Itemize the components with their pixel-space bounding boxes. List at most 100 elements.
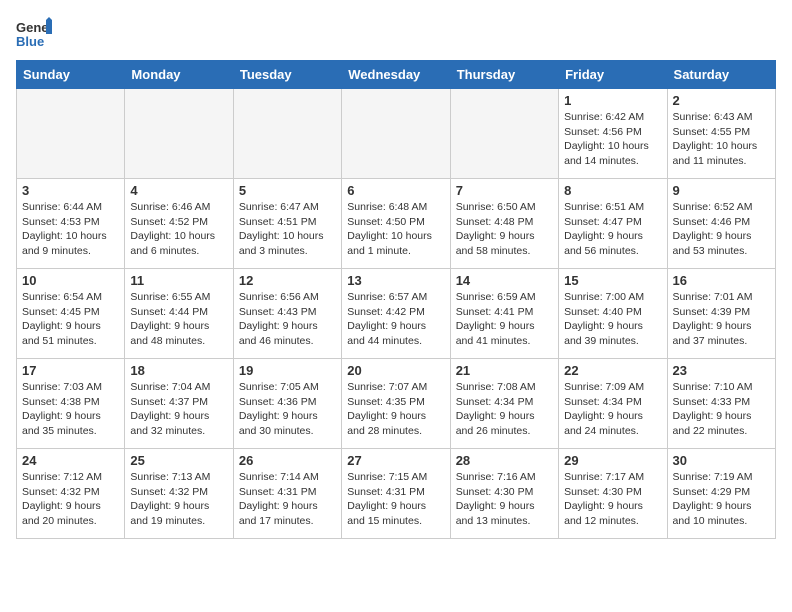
day-number: 17 — [22, 363, 119, 378]
calendar-table: SundayMondayTuesdayWednesdayThursdayFrid… — [16, 60, 776, 539]
calendar-cell: 1 Sunrise: 6:42 AM Sunset: 4:56 PM Daylig… — [559, 89, 667, 179]
calendar-cell: 30 Sunrise: 7:19 AM Sunset: 4:29 PM Dayli… — [667, 449, 775, 539]
day-info: Sunrise: 7:08 AM Sunset: 4:34 PM Dayligh… — [456, 380, 553, 439]
calendar-cell: 25 Sunrise: 7:13 AM Sunset: 4:32 PM Dayli… — [125, 449, 233, 539]
day-info: Sunrise: 7:10 AM Sunset: 4:33 PM Dayligh… — [673, 380, 770, 439]
weekday-header-saturday: Saturday — [667, 61, 775, 89]
calendar-cell: 19 Sunrise: 7:05 AM Sunset: 4:36 PM Dayli… — [233, 359, 341, 449]
day-number: 15 — [564, 273, 661, 288]
day-number: 26 — [239, 453, 336, 468]
calendar-cell: 12 Sunrise: 6:56 AM Sunset: 4:43 PM Dayli… — [233, 269, 341, 359]
day-info: Sunrise: 6:44 AM Sunset: 4:53 PM Dayligh… — [22, 200, 119, 259]
day-number: 13 — [347, 273, 444, 288]
day-number: 18 — [130, 363, 227, 378]
day-info: Sunrise: 6:48 AM Sunset: 4:50 PM Dayligh… — [347, 200, 444, 259]
calendar-week-row: 17 Sunrise: 7:03 AM Sunset: 4:38 PM Dayli… — [17, 359, 776, 449]
day-number: 12 — [239, 273, 336, 288]
calendar-cell: 5Sunrise: 6:47 AM Sunset: 4:51 PM Daylig… — [233, 179, 341, 269]
logo: General Blue — [16, 16, 52, 52]
day-info: Sunrise: 7:19 AM Sunset: 4:29 PM Dayligh… — [673, 470, 770, 529]
calendar-cell: 15 Sunrise: 7:00 AM Sunset: 4:40 PM Dayli… — [559, 269, 667, 359]
calendar-week-row: 1 Sunrise: 6:42 AM Sunset: 4:56 PM Daylig… — [17, 89, 776, 179]
day-info: Sunrise: 6:50 AM Sunset: 4:48 PM Dayligh… — [456, 200, 553, 259]
day-number: 22 — [564, 363, 661, 378]
day-number: 30 — [673, 453, 770, 468]
calendar-cell: 17 Sunrise: 7:03 AM Sunset: 4:38 PM Dayli… — [17, 359, 125, 449]
calendar-week-row: 24 Sunrise: 7:12 AM Sunset: 4:32 PM Dayli… — [17, 449, 776, 539]
calendar-cell: 4Sunrise: 6:46 AM Sunset: 4:52 PM Daylig… — [125, 179, 233, 269]
day-number: 21 — [456, 363, 553, 378]
weekday-header-tuesday: Tuesday — [233, 61, 341, 89]
calendar-cell: 8 Sunrise: 6:51 AM Sunset: 4:47 PM Daylig… — [559, 179, 667, 269]
day-info: Sunrise: 7:09 AM Sunset: 4:34 PM Dayligh… — [564, 380, 661, 439]
day-number: 9 — [673, 183, 770, 198]
day-info: Sunrise: 7:03 AM Sunset: 4:38 PM Dayligh… — [22, 380, 119, 439]
calendar-cell: 10Sunrise: 6:54 AM Sunset: 4:45 PM Dayli… — [17, 269, 125, 359]
weekday-header-friday: Friday — [559, 61, 667, 89]
day-number: 5 — [239, 183, 336, 198]
day-info: Sunrise: 6:56 AM Sunset: 4:43 PM Dayligh… — [239, 290, 336, 349]
day-number: 29 — [564, 453, 661, 468]
day-number: 11 — [130, 273, 227, 288]
calendar-cell — [17, 89, 125, 179]
calendar-cell: 21 Sunrise: 7:08 AM Sunset: 4:34 PM Dayli… — [450, 359, 558, 449]
calendar-cell: 23Sunrise: 7:10 AM Sunset: 4:33 PM Dayli… — [667, 359, 775, 449]
day-number: 19 — [239, 363, 336, 378]
calendar-cell — [342, 89, 450, 179]
calendar-week-row: 3 Sunrise: 6:44 AM Sunset: 4:53 PM Daylig… — [17, 179, 776, 269]
day-number: 8 — [564, 183, 661, 198]
day-info: Sunrise: 7:05 AM Sunset: 4:36 PM Dayligh… — [239, 380, 336, 439]
day-number: 10 — [22, 273, 119, 288]
logo-icon: General Blue — [16, 16, 52, 52]
day-info: Sunrise: 7:01 AM Sunset: 4:39 PM Dayligh… — [673, 290, 770, 349]
day-info: Sunrise: 6:55 AM Sunset: 4:44 PM Dayligh… — [130, 290, 227, 349]
calendar-cell: 11 Sunrise: 6:55 AM Sunset: 4:44 PM Dayli… — [125, 269, 233, 359]
calendar-cell: 13 Sunrise: 6:57 AM Sunset: 4:42 PM Dayli… — [342, 269, 450, 359]
calendar-week-row: 10Sunrise: 6:54 AM Sunset: 4:45 PM Dayli… — [17, 269, 776, 359]
day-number: 7 — [456, 183, 553, 198]
day-info: Sunrise: 6:59 AM Sunset: 4:41 PM Dayligh… — [456, 290, 553, 349]
calendar-cell: 24 Sunrise: 7:12 AM Sunset: 4:32 PM Dayli… — [17, 449, 125, 539]
day-info: Sunrise: 7:12 AM Sunset: 4:32 PM Dayligh… — [22, 470, 119, 529]
day-info: Sunrise: 7:15 AM Sunset: 4:31 PM Dayligh… — [347, 470, 444, 529]
day-info: Sunrise: 6:42 AM Sunset: 4:56 PM Dayligh… — [564, 110, 661, 169]
day-number: 24 — [22, 453, 119, 468]
day-info: Sunrise: 7:14 AM Sunset: 4:31 PM Dayligh… — [239, 470, 336, 529]
weekday-header-sunday: Sunday — [17, 61, 125, 89]
calendar-cell: 3 Sunrise: 6:44 AM Sunset: 4:53 PM Daylig… — [17, 179, 125, 269]
page-header: General Blue — [16, 16, 776, 52]
weekday-header-thursday: Thursday — [450, 61, 558, 89]
calendar-cell: 14Sunrise: 6:59 AM Sunset: 4:41 PM Dayli… — [450, 269, 558, 359]
calendar-cell: 2 Sunrise: 6:43 AM Sunset: 4:55 PM Daylig… — [667, 89, 775, 179]
calendar-cell: 6 Sunrise: 6:48 AM Sunset: 4:50 PM Daylig… — [342, 179, 450, 269]
weekday-header-wednesday: Wednesday — [342, 61, 450, 89]
day-number: 2 — [673, 93, 770, 108]
calendar-cell: 22 Sunrise: 7:09 AM Sunset: 4:34 PM Dayli… — [559, 359, 667, 449]
day-number: 28 — [456, 453, 553, 468]
day-info: Sunrise: 6:57 AM Sunset: 4:42 PM Dayligh… — [347, 290, 444, 349]
weekday-header-monday: Monday — [125, 61, 233, 89]
day-number: 27 — [347, 453, 444, 468]
day-number: 16 — [673, 273, 770, 288]
day-info: Sunrise: 6:43 AM Sunset: 4:55 PM Dayligh… — [673, 110, 770, 169]
day-info: Sunrise: 7:17 AM Sunset: 4:30 PM Dayligh… — [564, 470, 661, 529]
day-info: Sunrise: 7:00 AM Sunset: 4:40 PM Dayligh… — [564, 290, 661, 349]
day-info: Sunrise: 7:13 AM Sunset: 4:32 PM Dayligh… — [130, 470, 227, 529]
calendar-cell: 9 Sunrise: 6:52 AM Sunset: 4:46 PM Daylig… — [667, 179, 775, 269]
day-info: Sunrise: 6:52 AM Sunset: 4:46 PM Dayligh… — [673, 200, 770, 259]
day-info: Sunrise: 6:51 AM Sunset: 4:47 PM Dayligh… — [564, 200, 661, 259]
day-number: 6 — [347, 183, 444, 198]
day-info: Sunrise: 7:16 AM Sunset: 4:30 PM Dayligh… — [456, 470, 553, 529]
calendar-cell: 20Sunrise: 7:07 AM Sunset: 4:35 PM Dayli… — [342, 359, 450, 449]
day-number: 1 — [564, 93, 661, 108]
svg-text:Blue: Blue — [16, 34, 44, 49]
calendar-cell: 16 Sunrise: 7:01 AM Sunset: 4:39 PM Dayli… — [667, 269, 775, 359]
calendar-cell: 26 Sunrise: 7:14 AM Sunset: 4:31 PM Dayli… — [233, 449, 341, 539]
calendar-cell: 28 Sunrise: 7:16 AM Sunset: 4:30 PM Dayli… — [450, 449, 558, 539]
day-info: Sunrise: 7:07 AM Sunset: 4:35 PM Dayligh… — [347, 380, 444, 439]
day-number: 3 — [22, 183, 119, 198]
day-number: 25 — [130, 453, 227, 468]
calendar-cell — [450, 89, 558, 179]
day-number: 4 — [130, 183, 227, 198]
calendar-cell: 27 Sunrise: 7:15 AM Sunset: 4:31 PM Dayli… — [342, 449, 450, 539]
